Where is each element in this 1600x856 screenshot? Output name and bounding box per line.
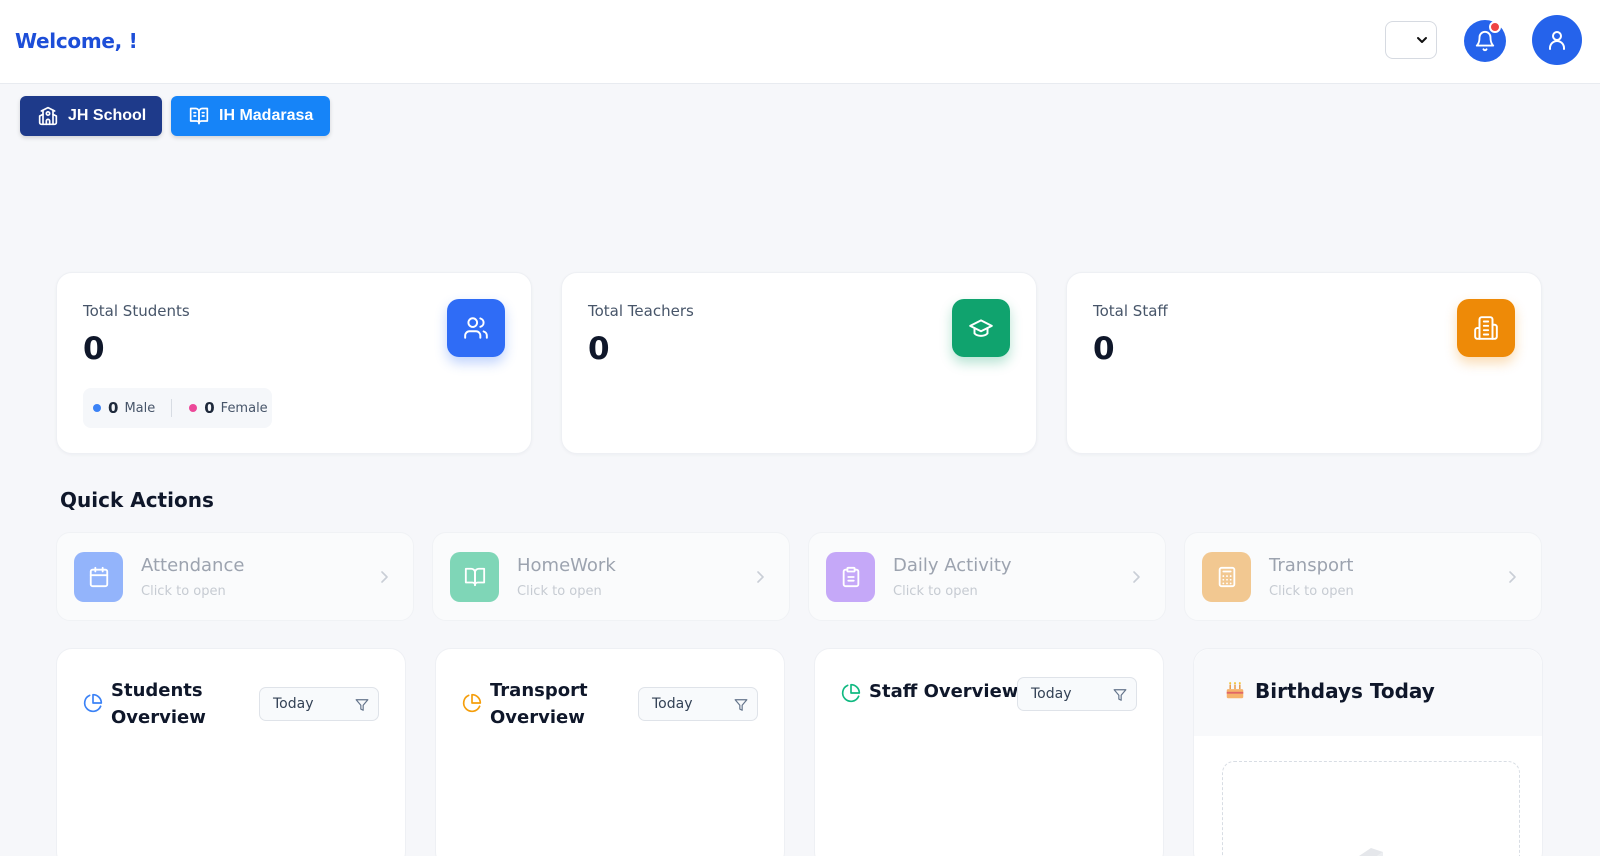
gift-icon bbox=[1359, 848, 1383, 856]
date-filter-select[interactable]: Today bbox=[1017, 677, 1137, 711]
filter-icon bbox=[1113, 689, 1127, 701]
female-dot-icon bbox=[189, 404, 198, 412]
chevron-right-icon bbox=[757, 571, 764, 583]
divider bbox=[171, 399, 173, 417]
panel-title-line2: Overview bbox=[490, 707, 585, 728]
panel-title-line1: Students bbox=[111, 680, 203, 701]
panel-title: Birthdays Today bbox=[1255, 679, 1435, 703]
quick-action-subtitle: Click to open bbox=[517, 584, 602, 599]
bell-icon bbox=[1475, 31, 1495, 52]
male-dot-icon bbox=[93, 404, 101, 412]
quick-action-attendance[interactable]: Attendance Click to open bbox=[56, 532, 414, 621]
quick-actions-title: Quick Actions bbox=[60, 488, 214, 512]
cake-icon bbox=[1226, 682, 1244, 699]
book-open-icon bbox=[450, 552, 499, 602]
quick-action-subtitle: Click to open bbox=[1269, 584, 1354, 599]
panel-title-line2: Overview bbox=[111, 707, 206, 728]
female-count: 0 bbox=[204, 399, 215, 417]
quick-action-subtitle: Click to open bbox=[893, 584, 978, 599]
quick-action-title: Transport bbox=[1269, 555, 1354, 576]
students-overview-panel: Students Overview Today bbox=[56, 648, 406, 856]
chevron-right-icon bbox=[381, 571, 388, 583]
filter-value: Today bbox=[273, 696, 314, 712]
stat-card-teachers: Total Teachers 0 bbox=[561, 272, 1037, 454]
filter-value: Today bbox=[1031, 686, 1072, 702]
clipboard-icon bbox=[826, 552, 875, 602]
quick-action-subtitle: Click to open bbox=[141, 584, 226, 599]
calculator-icon bbox=[1202, 552, 1251, 602]
panel-title: Staff Overview bbox=[869, 681, 1019, 702]
users-icon bbox=[447, 299, 505, 357]
calendar-icon bbox=[74, 552, 123, 602]
quick-action-title: HomeWork bbox=[517, 555, 616, 576]
book-open-icon bbox=[189, 107, 209, 125]
school-tab-ih[interactable]: IH Madarasa bbox=[171, 96, 330, 136]
quick-action-homework[interactable]: HomeWork Click to open bbox=[432, 532, 790, 621]
filter-icon bbox=[355, 699, 369, 711]
stat-label: Total Staff bbox=[1093, 302, 1168, 320]
quick-action-title: Daily Activity bbox=[893, 555, 1012, 576]
top-header: Welcome, ! bbox=[0, 0, 1600, 84]
school-icon bbox=[38, 106, 58, 126]
stat-value: 0 bbox=[83, 331, 105, 367]
chevron-right-icon bbox=[1133, 571, 1140, 583]
female-label: Female bbox=[220, 400, 268, 416]
user-profile-button[interactable] bbox=[1532, 15, 1582, 65]
quick-action-daily-activity[interactable]: Daily Activity Click to open bbox=[808, 532, 1166, 621]
building-icon bbox=[1457, 299, 1515, 357]
school-tab-jh[interactable]: JH School bbox=[20, 96, 162, 136]
quick-action-transport[interactable]: Transport Click to open bbox=[1184, 532, 1542, 621]
panel-title: Transport Overview bbox=[490, 677, 588, 731]
stat-label: Total Teachers bbox=[588, 302, 694, 320]
panel-title: Students Overview bbox=[111, 677, 206, 731]
chevron-right-icon bbox=[1509, 571, 1516, 583]
filter-icon bbox=[734, 699, 748, 711]
pie-chart-icon bbox=[83, 693, 103, 713]
date-filter-select[interactable]: Today bbox=[259, 687, 379, 721]
pie-chart-icon bbox=[841, 683, 861, 703]
language-select[interactable] bbox=[1385, 21, 1437, 59]
chevron-down-icon bbox=[1417, 37, 1427, 43]
transport-overview-panel: Transport Overview Today bbox=[435, 648, 785, 856]
notification-badge bbox=[1489, 21, 1501, 33]
school-tab-label: JH School bbox=[68, 107, 147, 124]
date-filter-select[interactable]: Today bbox=[638, 687, 758, 721]
graduation-cap-icon bbox=[952, 299, 1010, 357]
male-count: 0 bbox=[108, 399, 119, 417]
birthdays-panel: Birthdays Today bbox=[1193, 648, 1543, 856]
user-icon bbox=[1549, 31, 1565, 50]
pie-chart-icon bbox=[462, 693, 482, 713]
birthdays-empty-state bbox=[1222, 761, 1520, 856]
stat-card-staff: Total Staff 0 bbox=[1066, 272, 1542, 454]
male-label: Male bbox=[124, 400, 156, 416]
stat-value: 0 bbox=[1093, 331, 1115, 367]
welcome-text: Welcome, ! bbox=[15, 29, 138, 53]
gender-breakdown: 0 Male 0 Female bbox=[83, 388, 272, 428]
school-tab-label: IH Madarasa bbox=[219, 107, 314, 124]
staff-overview-panel: Staff Overview Today bbox=[814, 648, 1164, 856]
filter-value: Today bbox=[652, 696, 693, 712]
panel-title-line1: Transport bbox=[490, 680, 588, 701]
stat-value: 0 bbox=[588, 331, 610, 367]
stat-card-students: Total Students 0 0 Male 0 Female bbox=[56, 272, 532, 454]
quick-action-title: Attendance bbox=[141, 555, 245, 576]
stat-label: Total Students bbox=[83, 302, 190, 320]
